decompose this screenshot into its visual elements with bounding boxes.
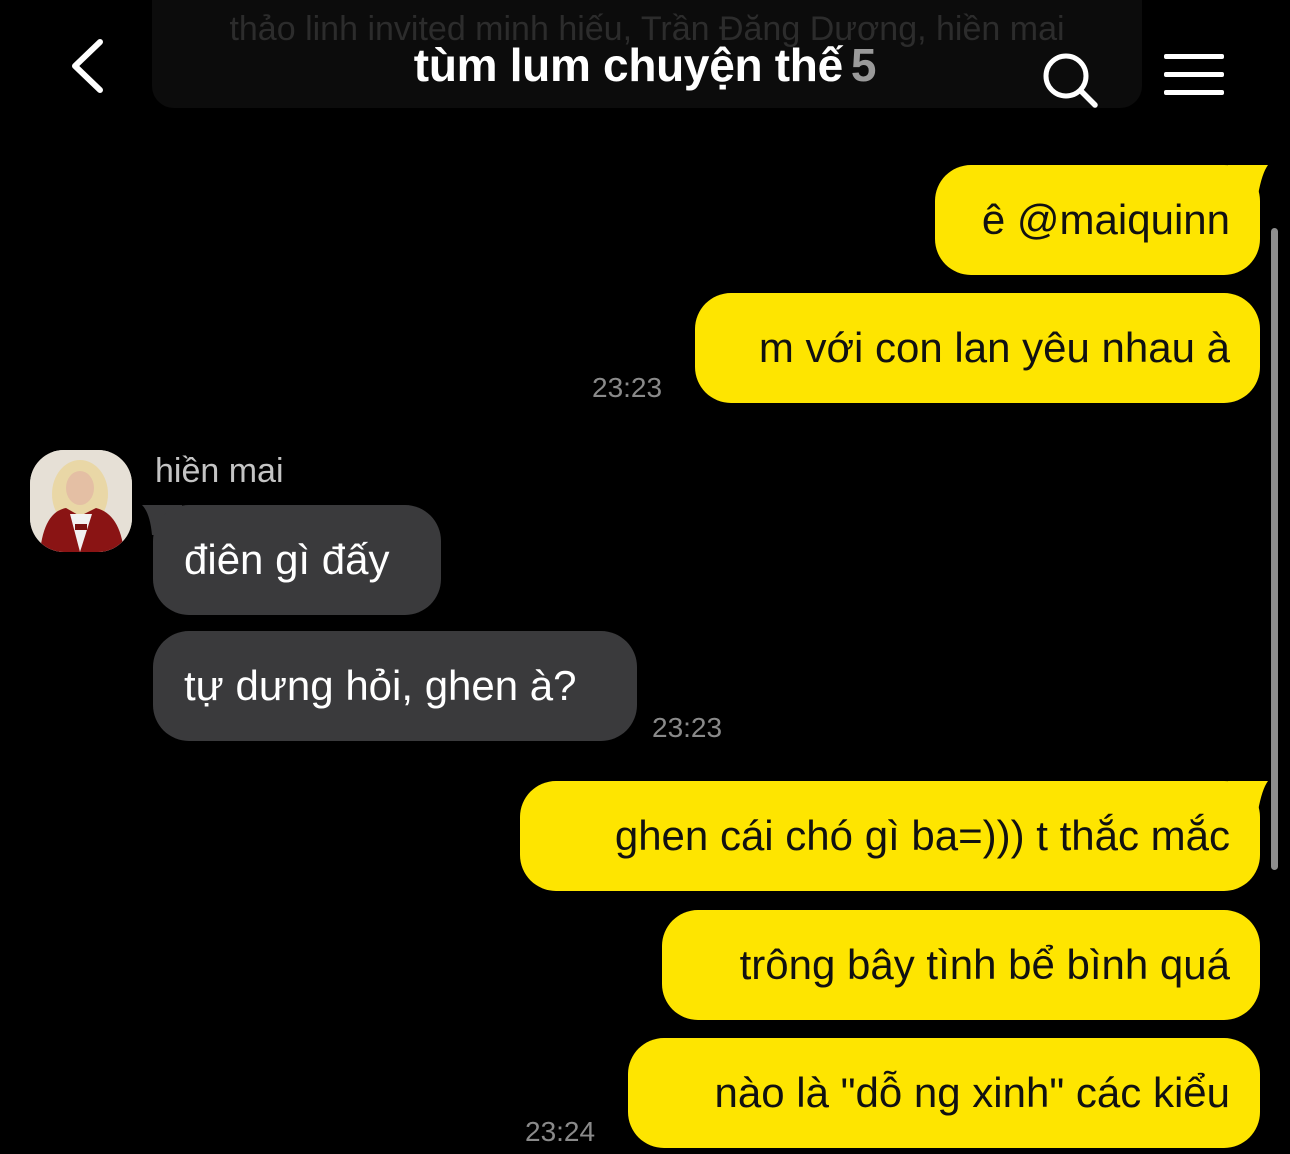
message-text: nào là "dỗ ng xinh" các kiểu xyxy=(714,1069,1230,1116)
sender-name: hiền mai xyxy=(155,452,284,490)
bubble-tail xyxy=(1228,165,1268,195)
message-text: ghen cái chó gì ba=))) t thắc mắc xyxy=(614,812,1230,859)
message-timestamp: 23:24 xyxy=(525,1116,596,1147)
message-text: ê @maiquinn xyxy=(981,196,1230,243)
chevron-left-icon xyxy=(72,39,103,93)
hamburger-menu-icon xyxy=(1160,50,1228,102)
member-count: 5 xyxy=(850,39,877,91)
message-text: tự dưng hỏi, ghen à? xyxy=(184,662,577,709)
search-button[interactable] xyxy=(1040,50,1102,112)
message-text: trông bây tình bể bình quá xyxy=(739,941,1230,988)
chat-title-text: tùm lum chuyện thế xyxy=(413,39,843,91)
message-text: m với con lan yêu nhau à xyxy=(758,324,1230,371)
scrollbar[interactable] xyxy=(1271,228,1278,870)
bubble-tail xyxy=(1228,781,1268,811)
message-timestamp: 23:23 xyxy=(652,712,723,743)
search-icon xyxy=(1043,53,1098,108)
outgoing-message[interactable]: nào là "dỗ ng xinh" các kiểu xyxy=(628,1038,1260,1148)
outgoing-message[interactable]: ghen cái chó gì ba=))) t thắc mắc xyxy=(520,781,1260,891)
avatar[interactable] xyxy=(30,450,132,552)
outgoing-message[interactable]: m với con lan yêu nhau à xyxy=(695,293,1260,403)
message-text: điên gì đấy xyxy=(184,536,390,583)
incoming-message[interactable]: tự dưng hỏi, ghen à? xyxy=(153,631,637,741)
chat-title: tùm lum chuyện thế 5 xyxy=(340,38,950,92)
outgoing-message[interactable]: trông bây tình bể bình quá xyxy=(662,910,1260,1020)
back-button[interactable] xyxy=(62,34,122,98)
menu-button[interactable] xyxy=(1160,50,1228,102)
message-timestamp: 23:23 xyxy=(592,372,663,403)
incoming-message[interactable]: điên gì đấy xyxy=(153,505,441,615)
outgoing-message[interactable]: ê @maiquinn xyxy=(935,165,1260,275)
avatar-image xyxy=(30,450,132,552)
